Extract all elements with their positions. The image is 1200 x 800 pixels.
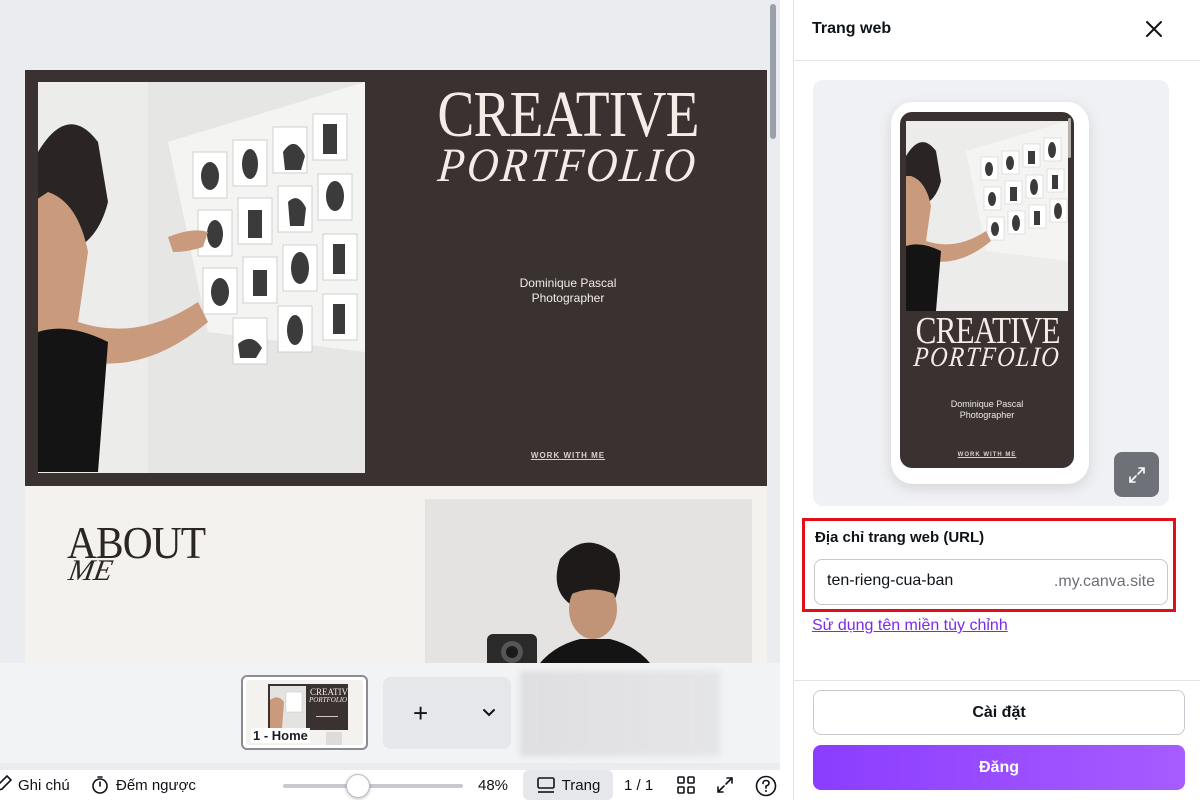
notes-label: Ghi chú [18, 776, 70, 794]
fullscreen-button[interactable] [715, 770, 741, 800]
expand-icon [715, 775, 735, 795]
url-field[interactable]: .my.canva.site [814, 559, 1168, 605]
hero-section[interactable]: CREATIVE PORTFOLIO Dominique Pascal Phot… [25, 70, 767, 486]
hero-subtitle[interactable]: PORTFOLIO [403, 139, 733, 192]
website-panel: Trang web CREATIVE PORTFOLIO Dominique P… [793, 0, 1200, 800]
stopwatch-icon [90, 775, 110, 795]
publish-button[interactable]: Đăng [813, 745, 1185, 790]
url-highlight-box: Địa chỉ trang web (URL) .my.canva.site [802, 518, 1176, 612]
about-photo[interactable] [425, 499, 752, 670]
help-button[interactable] [755, 770, 780, 800]
preview-hero-photo [906, 121, 1068, 311]
hero-cta-link[interactable]: WORK WITH ME [505, 451, 631, 460]
pages-icon [536, 775, 556, 795]
preview-subtitle: PORTFOLIO [912, 342, 1062, 373]
expand-preview-button[interactable] [1114, 452, 1159, 497]
page-thumbnail-label: 1 - Home [251, 728, 310, 743]
timer-label: Đếm ngược [116, 776, 196, 794]
about-section[interactable]: ABOUT ME [25, 486, 767, 670]
thumbnail-subtitle: PORTFOLIO [309, 696, 348, 704]
phone-screen[interactable]: CREATIVE PORTFOLIO Dominique Pascal Phot… [900, 112, 1074, 468]
panel-title: Trang web [812, 20, 892, 37]
custom-domain-link[interactable]: Sử dụng tên miền tùy chỉnh [812, 617, 1008, 635]
grid-view-button[interactable] [676, 770, 702, 800]
hero-name[interactable]: Dominique Pascal Photographer [455, 276, 681, 306]
settings-button[interactable]: Cài đặt [813, 690, 1185, 735]
page-counter: 1 / 1 [624, 776, 654, 794]
phone-frame: CREATIVE PORTFOLIO Dominique Pascal Phot… [891, 102, 1089, 484]
design-page[interactable]: CREATIVE PORTFOLIO Dominique Pascal Phot… [25, 70, 767, 670]
preview-cta: WORK WITH ME [957, 452, 1017, 458]
panel-divider [794, 60, 1200, 61]
url-input[interactable] [827, 572, 1027, 590]
notes-button[interactable]: Ghi chú [0, 770, 70, 800]
pencil-icon [0, 774, 13, 795]
preview-name: Dominique Pascal Photographer [900, 399, 1074, 421]
editor-area: CREATIVE PORTFOLIO Dominique Pascal Phot… [0, 0, 780, 800]
preview-scrollbar[interactable] [1068, 118, 1071, 158]
url-label: Địa chỉ trang web (URL) [815, 529, 985, 546]
pages-view-button[interactable]: Trang [523, 770, 613, 800]
bottom-toolbar: Ghi chú Đếm ngược 48% Trang 1 / 1 [0, 770, 780, 800]
hero-photo[interactable] [38, 82, 365, 473]
preview-role-line: Photographer [959, 410, 1015, 420]
close-icon[interactable] [1143, 18, 1165, 40]
url-suffix: .my.canva.site [1053, 573, 1155, 590]
about-subtitle[interactable]: ME [66, 554, 115, 587]
page-thumbnail[interactable]: CREATIVE PORTFOLIO 1 - Home [241, 675, 368, 750]
help-icon [755, 775, 777, 797]
panel-footer-divider [794, 680, 1200, 681]
chevron-down-icon[interactable] [479, 703, 499, 723]
canvas-scrollbar-thumb[interactable] [770, 4, 776, 139]
hero-role-line: Photographer [531, 291, 605, 305]
preview-name-line: Dominique Pascal [950, 399, 1024, 409]
timer-button[interactable]: Đếm ngược [90, 770, 196, 800]
page-strip: CREATIVE PORTFOLIO 1 - Home + [0, 663, 780, 763]
zoom-level[interactable]: 48% [478, 770, 508, 800]
grid-icon [676, 775, 696, 795]
expand-icon [1128, 466, 1145, 483]
hero-name-line: Dominique Pascal [519, 276, 617, 290]
mobile-preview-container: CREATIVE PORTFOLIO Dominique Pascal Phot… [813, 80, 1169, 506]
pages-label: Trang [561, 776, 601, 794]
zoom-slider-track[interactable] [283, 784, 463, 788]
plus-icon: + [413, 698, 429, 728]
strip-blurred-area [520, 671, 720, 756]
add-page-button[interactable]: + [383, 677, 511, 749]
zoom-slider-handle[interactable] [346, 774, 370, 798]
